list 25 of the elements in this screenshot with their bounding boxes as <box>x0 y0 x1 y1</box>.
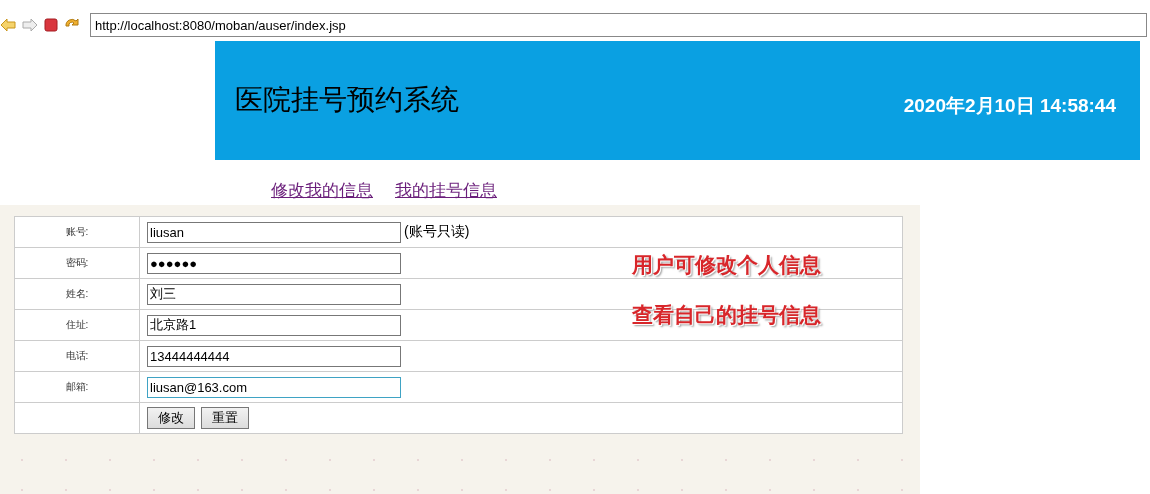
input-field[interactable]: 13444444444 <box>147 345 401 367</box>
field-label: 邮箱: <box>15 372 140 403</box>
field-label: 住址: <box>15 310 140 341</box>
field-label: 电话: <box>15 341 140 372</box>
annotation-text: 查看自己的挂号信息 <box>632 301 821 329</box>
field-label: 密码: <box>15 248 140 279</box>
input-field[interactable]: ●●●●●● <box>147 252 401 274</box>
date-time: 2020年2月10日 14:58:44 <box>903 94 1116 118</box>
form-button[interactable]: 修改 <box>147 407 195 429</box>
input-field[interactable]: liusan <box>147 221 401 243</box>
field-label: 姓名: <box>15 279 140 310</box>
annotation-text: 用户可修改个人信息 <box>632 251 821 279</box>
stop-icon[interactable] <box>44 18 58 32</box>
field-label: 账号: <box>15 217 140 248</box>
forward-icon[interactable] <box>22 18 38 32</box>
nav-link[interactable]: 我的挂号信息 <box>395 179 497 201</box>
form-button[interactable]: 重置 <box>201 407 249 429</box>
input-field[interactable]: 北京路1 <box>147 314 401 336</box>
address-field[interactable]: http://localhost:8080/moban/auser/index.jsp <box>90 13 1147 37</box>
input-field[interactable]: 刘三 <box>147 283 401 305</box>
nav-link[interactable]: 修改我的信息 <box>271 179 373 201</box>
field-note: (账号只读) <box>404 223 470 241</box>
back-icon[interactable] <box>0 18 16 32</box>
system-title: 医院挂号预约系统 <box>235 83 459 117</box>
input-field[interactable]: liusan@163.com <box>147 376 401 398</box>
